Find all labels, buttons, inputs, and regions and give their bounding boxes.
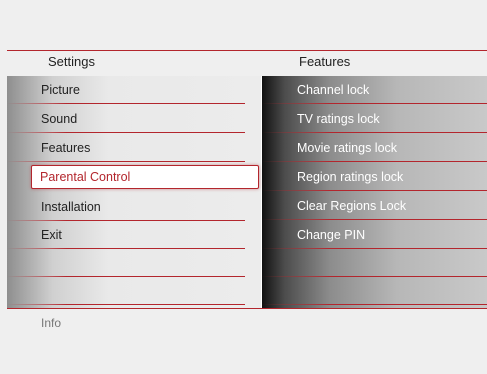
settings-item-label: Features <box>41 141 91 155</box>
features-item-label: Clear Regions Lock <box>297 199 407 213</box>
settings-item-label: Installation <box>41 200 101 214</box>
features-item-movie-ratings-lock[interactable]: Movie ratings lock <box>262 134 487 162</box>
features-title: Features <box>299 54 351 69</box>
divider <box>262 219 487 220</box>
settings-item-empty <box>7 277 261 305</box>
features-item-clear-regions-lock[interactable]: Clear Regions Lock <box>262 192 487 220</box>
settings-item-exit[interactable]: Exit <box>7 221 261 249</box>
tv-settings-screen: Settings Features Picture Sound Features… <box>0 0 487 374</box>
features-item-change-pin[interactable]: Change PIN <box>262 221 487 249</box>
features-item-label: Channel lock <box>297 83 370 97</box>
settings-item-picture[interactable]: Picture <box>7 76 261 104</box>
divider <box>7 103 245 104</box>
divider <box>262 103 487 104</box>
settings-item-empty <box>7 249 261 277</box>
divider <box>262 190 487 191</box>
settings-item-features[interactable]: Features <box>7 134 261 162</box>
features-item-empty <box>262 277 487 305</box>
divider <box>262 304 487 305</box>
divider <box>7 304 245 305</box>
settings-item-installation[interactable]: Installation <box>7 193 261 221</box>
features-item-label: Change PIN <box>297 228 366 242</box>
features-item-empty <box>262 249 487 277</box>
info-label: Info <box>41 316 62 330</box>
menu-header: Settings Features <box>7 50 487 73</box>
settings-item-parental-control[interactable]: Parental Control <box>31 165 259 189</box>
features-item-region-ratings-lock[interactable]: Region ratings lock <box>262 163 487 191</box>
menu-panels: Picture Sound Features Parental Control … <box>7 76 487 309</box>
divider <box>7 161 245 162</box>
settings-item-label: Exit <box>41 228 62 242</box>
settings-title: Settings <box>48 54 95 69</box>
features-menu: Channel lock TV ratings lock Movie ratin… <box>262 76 487 308</box>
features-item-label: TV ratings lock <box>297 112 380 126</box>
divider <box>262 132 487 133</box>
features-item-label: Movie ratings lock <box>297 141 398 155</box>
divider <box>262 161 487 162</box>
settings-item-sound[interactable]: Sound <box>7 105 261 133</box>
settings-item-label: Picture <box>41 83 80 97</box>
features-item-channel-lock[interactable]: Channel lock <box>262 76 487 104</box>
divider <box>7 132 245 133</box>
settings-item-label: Sound <box>41 112 78 126</box>
settings-menu: Picture Sound Features Parental Control … <box>7 76 262 308</box>
settings-item-label: Parental Control <box>40 170 131 184</box>
features-item-label: Region ratings lock <box>297 170 404 184</box>
features-item-tv-ratings-lock[interactable]: TV ratings lock <box>262 105 487 133</box>
